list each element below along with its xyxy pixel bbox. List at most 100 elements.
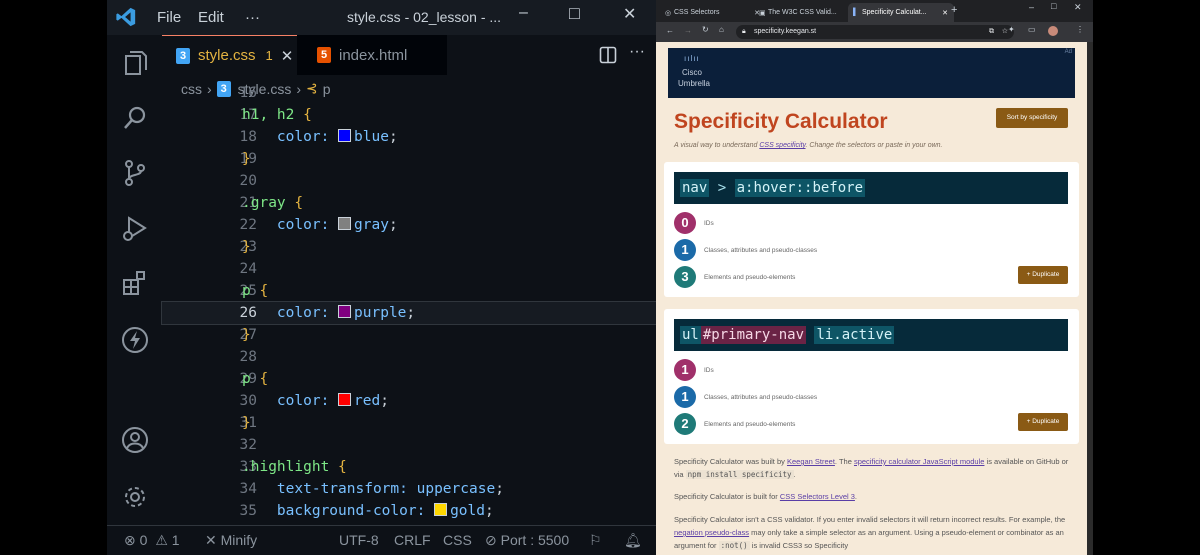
code-token: } — [242, 239, 251, 255]
maximize-icon[interactable]: □ — [1051, 1, 1056, 11]
code-line[interactable]: 19} — [162, 148, 656, 170]
code-line[interactable]: 32 — [162, 434, 656, 456]
code-line[interactable]: 31} — [162, 412, 656, 434]
notifications-bell-icon[interactable]: 🔔︎ — [624, 532, 642, 549]
new-tab-icon[interactable]: + — [951, 4, 957, 16]
browser-window: ◎ CSS Selectors ✕ ▣ The W3C CSS Valid...… — [656, 0, 1093, 555]
selector-card: ul #primary-nav li.active 1 IDs 1 Classes, at… — [664, 309, 1079, 444]
line-text: p { — [242, 280, 268, 302]
account-icon[interactable] — [120, 425, 150, 455]
code-line[interactable]: 22 color: gray; — [162, 214, 656, 236]
browser-menu-icon[interactable]: ⋮ — [1076, 25, 1084, 34]
code-line[interactable]: 33 .highlight { — [162, 456, 656, 478]
negation-pseudo-class-link[interactable]: negation pseudo-class — [674, 528, 749, 537]
reload-icon[interactable]: ↻ — [702, 25, 709, 34]
browser-tab-w3c-validator[interactable]: ▣ The W3C CSS Valid... ✕ — [754, 3, 860, 22]
code-line[interactable]: 23} — [162, 236, 656, 258]
code-line[interactable]: 21 .gray { — [162, 192, 656, 214]
thunder-client-icon[interactable] — [120, 325, 150, 355]
back-arrow-icon[interactable]: ← — [666, 26, 674, 35]
menu-more[interactable]: ··· — [245, 9, 260, 26]
source-control-icon[interactable] — [120, 158, 150, 188]
code-token: p — [242, 283, 260, 299]
browser-tab-css-selectors[interactable]: ◎ CSS Selectors ✕ — [660, 3, 766, 22]
more-actions-icon[interactable]: ··· — [629, 43, 645, 61]
extensions-puzzle-icon[interactable]: ✦ — [1008, 25, 1015, 34]
css-selectors-level-3-link[interactable]: CSS Selectors Level 3 — [780, 492, 855, 501]
duplicate-button[interactable]: + Duplicate — [1018, 413, 1068, 431]
line-number: 28 — [239, 349, 257, 365]
color-swatch-icon[interactable] — [434, 503, 448, 516]
maximize-icon[interactable]: □ — [569, 3, 580, 24]
address-bar[interactable]: 🔒︎ specificity.keegan.st ⧉ ☆ — [736, 25, 1014, 39]
language-status[interactable]: CSS — [443, 532, 472, 548]
line-number: 16 — [239, 85, 257, 101]
profile-avatar[interactable] — [1048, 26, 1058, 36]
home-icon[interactable]: ⌂ — [719, 25, 724, 34]
code-line[interactable]: 24 — [162, 258, 656, 280]
code-line[interactable]: 18 color: blue; — [162, 126, 656, 148]
line-text: color: blue; — [242, 126, 398, 148]
selector-input[interactable]: nav > a:hover::before — [674, 172, 1068, 204]
color-swatch-icon[interactable] — [338, 217, 352, 230]
count-badge: 1 — [674, 386, 696, 408]
close-tab-icon[interactable]: ✕ — [942, 9, 948, 17]
advertisement-banner[interactable]: ıılıı Cisco Umbrella Ad — [668, 48, 1075, 98]
js-module-link[interactable]: specificity calculator JavaScript module — [854, 457, 984, 466]
code-line[interactable]: 29 p { — [162, 368, 656, 390]
duplicate-button[interactable]: + Duplicate — [1018, 266, 1068, 284]
run-debug-icon[interactable] — [120, 213, 150, 243]
code-line[interactable]: 35 background-color: gold; — [162, 500, 656, 522]
errors-warnings-status[interactable]: ⊗ 0 ⚠ 1 — [124, 532, 180, 549]
forward-arrow-icon[interactable]: → — [684, 26, 692, 35]
tab-index-html[interactable]: 5 index.html — [297, 35, 447, 75]
settings-gear-icon[interactable] — [120, 482, 150, 512]
code-line[interactable]: 20 — [162, 170, 656, 192]
code-line[interactable]: 34 text-transform: uppercase; — [162, 478, 656, 500]
code-line[interactable]: 27} — [162, 324, 656, 346]
code-line[interactable]: 16 — [162, 82, 656, 104]
problem-count-badge: 1 — [265, 48, 273, 63]
share-icon[interactable]: ⧉ — [989, 25, 994, 39]
live-server-status[interactable]: ⊘ Port : 5500 — [485, 532, 569, 549]
specificity-count-row: 0 IDs — [674, 212, 714, 234]
line-number: 32 — [239, 437, 257, 453]
css-specificity-link[interactable]: CSS specificity — [759, 142, 805, 149]
color-swatch-icon[interactable] — [338, 129, 352, 142]
encoding-status[interactable]: UTF-8 — [339, 532, 379, 548]
eol-status[interactable]: CRLF — [394, 532, 431, 548]
browser-tab-specificity[interactable]: ▌ Specificity Calculat... ✕ — [848, 3, 954, 22]
extensions-icon[interactable] — [120, 268, 150, 298]
close-window-icon[interactable]: ✕ — [623, 4, 636, 24]
page-scrollbar[interactable] — [1087, 42, 1093, 555]
feedback-icon[interactable]: ⚐ — [589, 532, 602, 549]
tab-style-css[interactable]: 3 style.css 1 ✕ — [162, 35, 297, 75]
keegan-street-link[interactable]: Keegan Street — [787, 457, 835, 466]
close-window-icon[interactable]: ✕ — [1074, 2, 1082, 13]
minify-status[interactable]: ✕ Minify — [205, 532, 257, 549]
split-editor-icon[interactable] — [599, 46, 617, 64]
minimize-icon[interactable]: – — [519, 4, 528, 22]
menu-file[interactable]: File — [157, 9, 181, 26]
code-line[interactable]: 25 p { — [162, 280, 656, 302]
code-line[interactable]: 28 — [162, 346, 656, 368]
search-icon[interactable] — [120, 103, 150, 133]
code-line[interactable]: 26 color: purple; — [161, 301, 656, 325]
activity-bar — [107, 35, 162, 525]
menu-edit[interactable]: Edit — [198, 9, 224, 26]
close-tab-icon[interactable]: ✕ — [281, 47, 294, 65]
minimize-icon[interactable]: – — [1029, 2, 1034, 12]
color-swatch-icon[interactable] — [338, 393, 352, 406]
selector-token: a:hover::before — [734, 179, 866, 197]
footer-paragraph-2: Specificity Calculator is built for CSS … — [674, 492, 858, 501]
color-swatch-icon[interactable] — [338, 305, 352, 318]
specificity-count-row: 1 Classes, attributes and pseudo-classes — [674, 239, 817, 261]
code-line[interactable]: 30 color: red; — [162, 390, 656, 412]
code-line[interactable]: 17 h1, h2 { — [162, 104, 656, 126]
tab-search-icon[interactable]: ▭ — [1028, 25, 1036, 34]
sort-by-specificity-button[interactable]: Sort by specificity — [996, 108, 1068, 128]
line-text: color: purple; — [242, 302, 415, 324]
selector-input[interactable]: ul #primary-nav li.active — [674, 319, 1068, 351]
code-editor[interactable]: 16 17 h1, h2 {18 color: blue; 19} 20 21 .gray … — [161, 85, 656, 526]
explorer-icon[interactable] — [120, 48, 150, 78]
